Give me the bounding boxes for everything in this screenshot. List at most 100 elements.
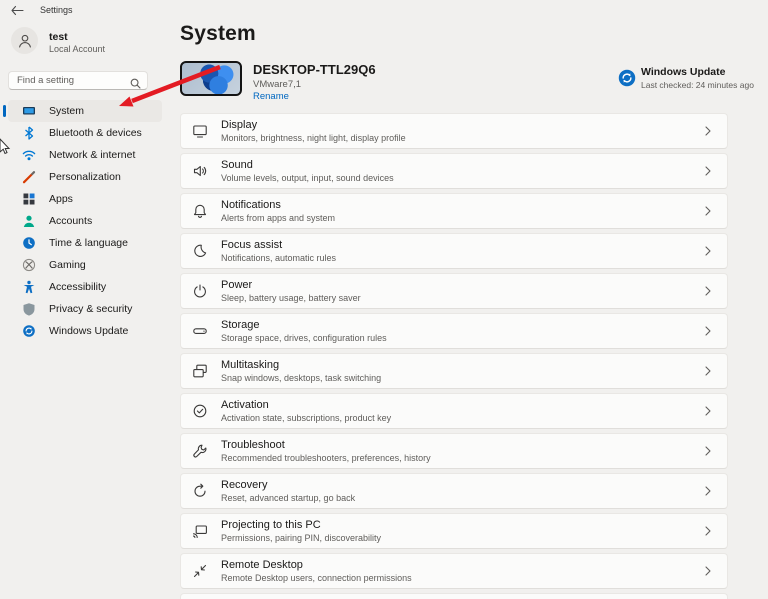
multitasking-icon — [192, 363, 208, 379]
row-subtitle: Remote Desktop users, connection permiss… — [221, 573, 412, 583]
chevron-right-icon — [703, 165, 713, 177]
sidebar-item-label: Apps — [49, 193, 73, 205]
settings-row-activation[interactable]: ActivationActivation state, subscription… — [180, 393, 728, 429]
settings-row-remote-desktop[interactable]: Remote Desktop Remote Desktop users, conn… — [180, 553, 728, 589]
settings-row-multitasking[interactable]: Multitasking Snap windows, desktops, task… — [180, 353, 728, 389]
window-title: Settings — [40, 5, 73, 15]
sidebar-item-bluetooth-devices[interactable]: Bluetooth & devices — [8, 122, 162, 144]
rename-link[interactable]: Rename — [253, 91, 289, 102]
sidebar-item-time-language[interactable]: Time & language — [8, 232, 162, 254]
row-title: Remote Desktop — [221, 559, 412, 571]
person-icon — [17, 33, 33, 49]
row-subtitle: Sleep, battery usage, battery saver — [221, 293, 361, 303]
chevron-right-icon — [703, 365, 713, 377]
user-account-type: Local Account — [49, 44, 105, 54]
row-title: Activation — [221, 399, 391, 411]
recovery-icon — [192, 483, 208, 499]
row-subtitle: Recommended troubleshooters, preferences… — [221, 453, 431, 463]
sidebar-item-personalization[interactable]: Personalization — [8, 166, 162, 188]
settings-row-partial[interactable] — [180, 593, 728, 599]
settings-row-projecting[interactable]: Projecting to this PCPermissions, pairin… — [180, 513, 728, 549]
settings-list: Display Monitors, brightness, night light… — [180, 113, 728, 599]
sidebar-item-accounts[interactable]: Accounts — [8, 210, 162, 232]
device-thumbnail — [180, 61, 242, 96]
windows-update-summary[interactable]: Windows Update Last checked: 24 minutes … — [618, 66, 754, 90]
settings-row-recovery[interactable]: Recovery Reset, advanced startup, go back — [180, 473, 728, 509]
row-title: Notifications — [221, 199, 335, 211]
time-language-icon — [22, 236, 36, 250]
personalization-icon — [22, 170, 36, 184]
titlebar: Settings — [0, 0, 768, 20]
sidebar-item-privacy-security[interactable]: Privacy & security — [8, 298, 162, 320]
selected-indicator — [3, 105, 6, 117]
settings-row-focus-assist[interactable]: Focus assist Notifications, automatic rul… — [180, 233, 728, 269]
settings-row-sound[interactable]: Sound Volume levels, output, input, sound… — [180, 153, 728, 189]
sidebar-item-label: Gaming — [49, 259, 86, 271]
notifications-icon — [192, 203, 208, 219]
row-title: Storage — [221, 319, 387, 331]
chevron-right-icon — [703, 565, 713, 577]
row-title: Multitasking — [221, 359, 381, 371]
display-icon — [192, 123, 208, 139]
row-subtitle: Monitors, brightness, night light, displ… — [221, 133, 406, 143]
sidebar-item-system[interactable]: System — [8, 100, 162, 122]
row-subtitle: Reset, advanced startup, go back — [221, 493, 355, 503]
system-icon — [22, 104, 36, 118]
chevron-right-icon — [703, 285, 713, 297]
remote-desktop-icon — [192, 563, 208, 579]
focus-assist-icon — [192, 243, 208, 259]
sidebar-item-network-internet[interactable]: Network & internet — [8, 144, 162, 166]
network-icon — [22, 148, 36, 162]
row-subtitle: Notifications, automatic rules — [221, 253, 336, 263]
sidebar-item-label: Accounts — [49, 215, 92, 227]
back-button[interactable] — [10, 4, 24, 16]
search-icon — [130, 76, 141, 94]
settings-window: Settings test Local Account System — [0, 0, 768, 599]
sidebar-item-apps[interactable]: Apps — [8, 188, 162, 210]
chevron-right-icon — [703, 325, 713, 337]
settings-row-troubleshoot[interactable]: Troubleshoot Recommended troubleshooters,… — [180, 433, 728, 469]
chevron-right-icon — [703, 205, 713, 217]
windows-update-status: Last checked: 24 minutes ago — [641, 80, 754, 90]
chevron-right-icon — [703, 245, 713, 257]
row-title: Display — [221, 119, 406, 131]
settings-row-power[interactable]: PowerSleep, battery usage, battery saver — [180, 273, 728, 309]
chevron-right-icon — [703, 445, 713, 457]
device-model: VMware7,1 — [253, 79, 301, 90]
row-subtitle: Alerts from apps and system — [221, 213, 335, 223]
sound-icon — [192, 163, 208, 179]
settings-row-storage[interactable]: Storage Storage space, drives, configurat… — [180, 313, 728, 349]
search-input[interactable] — [9, 72, 147, 89]
chevron-right-icon — [703, 485, 713, 497]
settings-row-notifications[interactable]: Notifications Alerts from apps and system — [180, 193, 728, 229]
search-box[interactable] — [8, 71, 148, 90]
row-title: Troubleshoot — [221, 439, 431, 451]
sidebar-item-label: Windows Update — [49, 325, 128, 337]
sidebar-item-label: Time & language — [49, 237, 128, 249]
sidebar-item-label: Personalization — [49, 171, 121, 183]
sidebar-item-label: Network & internet — [49, 149, 135, 161]
settings-row-display[interactable]: Display Monitors, brightness, night light… — [180, 113, 728, 149]
row-title: Projecting to this PC — [221, 519, 381, 531]
sidebar-item-windows-update[interactable]: Windows Update — [8, 320, 162, 342]
sidebar-nav: System Bluetooth & devices Network & int… — [8, 100, 162, 342]
row-subtitle: Storage space, drives, configuration rul… — [221, 333, 387, 343]
bluetooth-icon — [22, 126, 36, 140]
power-icon — [192, 283, 208, 299]
sidebar-item-accessibility[interactable]: Accessibility — [8, 276, 162, 298]
row-title: Focus assist — [221, 239, 336, 251]
row-title: Recovery — [221, 479, 355, 491]
page-title: System — [180, 22, 256, 46]
sidebar-item-gaming[interactable]: Gaming — [8, 254, 162, 276]
row-subtitle: Snap windows, desktops, task switching — [221, 373, 381, 383]
row-subtitle: Volume levels, output, input, sound devi… — [221, 173, 394, 183]
sidebar-item-label: Accessibility — [49, 281, 106, 293]
troubleshoot-icon — [192, 443, 208, 459]
row-title: Sound — [221, 159, 394, 171]
user-name: test — [49, 31, 68, 43]
back-arrow-icon — [11, 5, 24, 16]
sidebar-item-label: Bluetooth & devices — [49, 127, 142, 139]
sidebar-item-label: System — [49, 105, 84, 117]
projecting-icon — [192, 523, 208, 539]
accounts-icon — [22, 214, 36, 228]
